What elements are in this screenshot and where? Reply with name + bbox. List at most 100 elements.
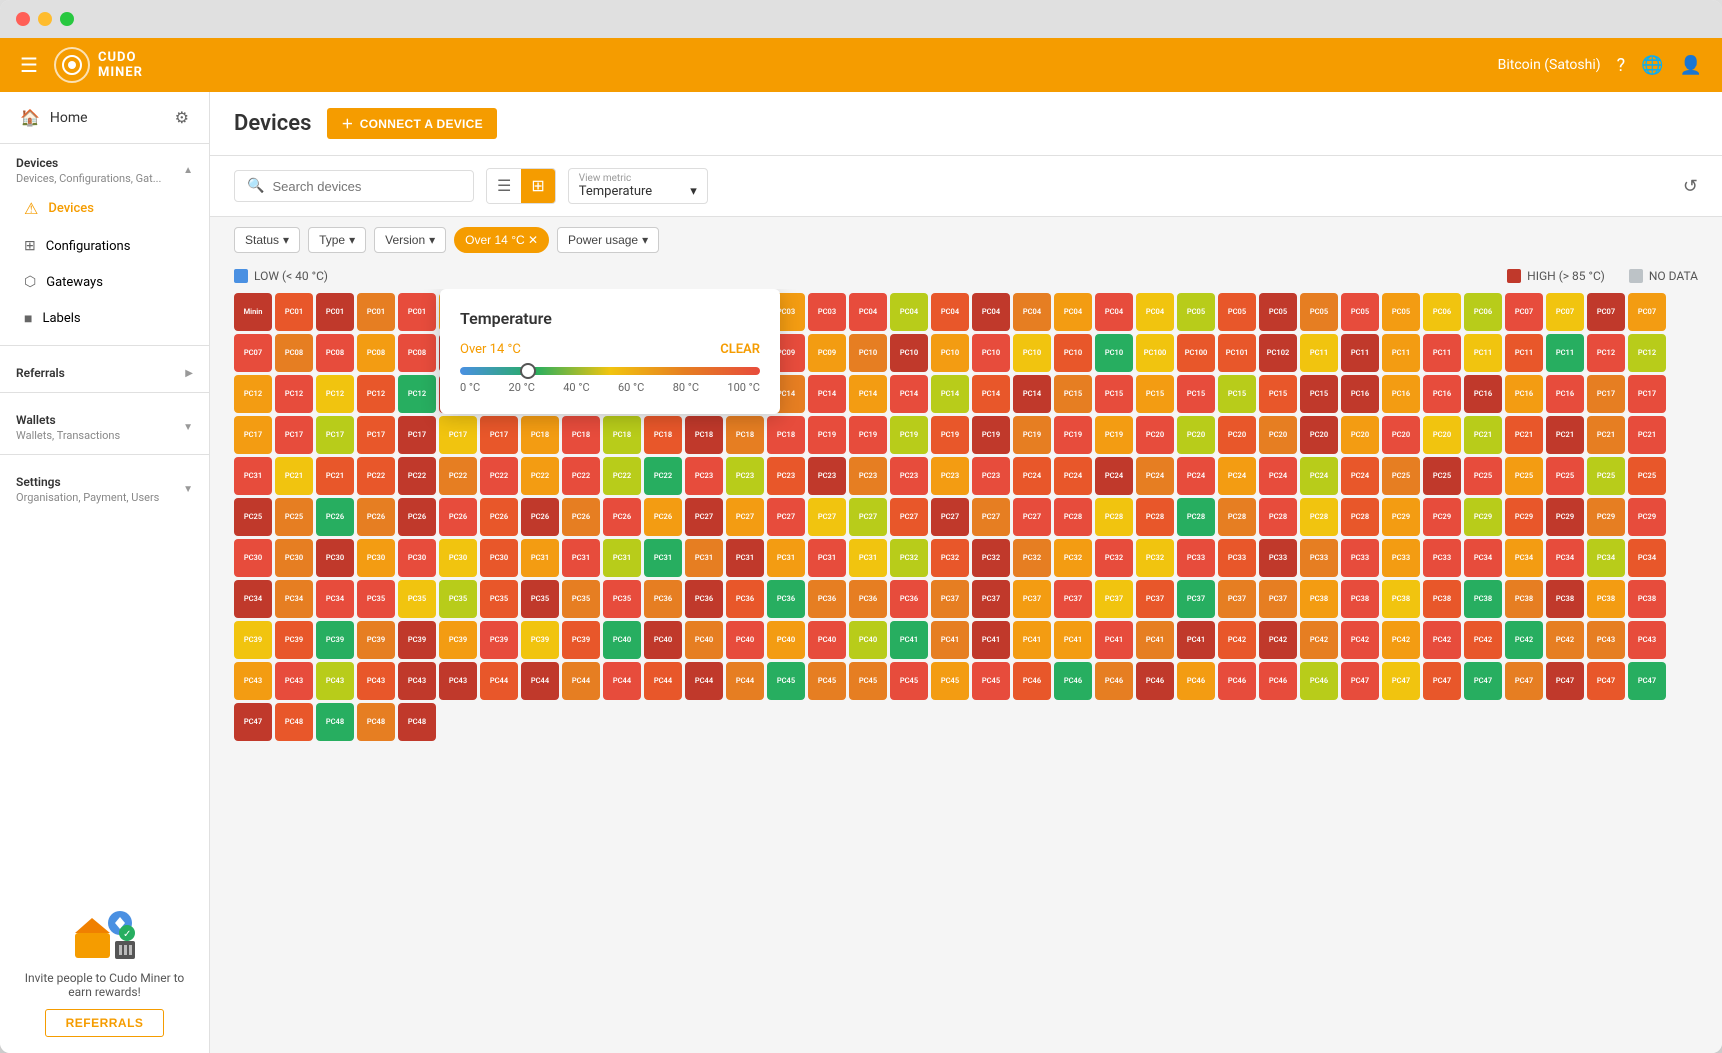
device-tile[interactable]: PC32: [1136, 539, 1174, 577]
device-tile[interactable]: PC43: [1628, 621, 1666, 659]
device-tile[interactable]: PC36: [890, 580, 928, 618]
device-tile[interactable]: PC27: [931, 498, 969, 536]
device-tile[interactable]: PC25: [1587, 457, 1625, 495]
device-tile[interactable]: PC42: [1546, 621, 1584, 659]
device-tile[interactable]: PC17: [275, 416, 313, 454]
device-tile[interactable]: PC04: [931, 293, 969, 331]
device-tile[interactable]: PC36: [726, 580, 764, 618]
device-tile[interactable]: PC22: [480, 457, 518, 495]
device-tile[interactable]: PC28: [1136, 498, 1174, 536]
device-tile[interactable]: PC23: [808, 457, 846, 495]
device-tile[interactable]: PC43: [439, 662, 477, 700]
device-tile[interactable]: PC39: [357, 621, 395, 659]
device-tile[interactable]: PC23: [685, 457, 723, 495]
device-tile[interactable]: PC41: [1177, 621, 1215, 659]
device-tile[interactable]: PC15: [1136, 375, 1174, 413]
connect-device-button[interactable]: ＋ CONNECT A DEVICE: [327, 108, 497, 139]
device-tile[interactable]: PC30: [398, 539, 436, 577]
device-tile[interactable]: PC33: [1382, 539, 1420, 577]
device-tile[interactable]: PC27: [890, 498, 928, 536]
device-tile[interactable]: PC42: [1259, 621, 1297, 659]
device-tile[interactable]: PC20: [1136, 416, 1174, 454]
device-tile[interactable]: PC24: [1300, 457, 1338, 495]
sidebar-item-devices[interactable]: ⚠ Devices: [8, 190, 201, 227]
device-tile[interactable]: PC102: [1259, 334, 1297, 372]
device-tile[interactable]: PC01: [357, 293, 395, 331]
device-tile[interactable]: PC45: [849, 662, 887, 700]
device-tile[interactable]: PC20: [1341, 416, 1379, 454]
device-tile[interactable]: PC34: [1464, 539, 1502, 577]
device-tile[interactable]: PC06: [1423, 293, 1461, 331]
device-tile[interactable]: PC23: [890, 457, 928, 495]
settings-gear-icon[interactable]: ⚙: [175, 108, 189, 127]
device-tile[interactable]: PC04: [1136, 293, 1174, 331]
device-tile[interactable]: PC16: [1382, 375, 1420, 413]
device-tile[interactable]: PC46: [1013, 662, 1051, 700]
device-tile[interactable]: PC46: [1218, 662, 1256, 700]
device-tile[interactable]: PC47: [1382, 662, 1420, 700]
device-tile[interactable]: PC38: [1505, 580, 1543, 618]
device-tile[interactable]: PC37: [1177, 580, 1215, 618]
device-tile[interactable]: PC18: [521, 416, 559, 454]
device-tile[interactable]: PC16: [1423, 375, 1461, 413]
device-tile[interactable]: PC04: [1054, 293, 1092, 331]
device-tile[interactable]: PC35: [398, 580, 436, 618]
device-tile[interactable]: PC07: [1505, 293, 1543, 331]
device-tile[interactable]: PC36: [849, 580, 887, 618]
device-tile[interactable]: PC06: [1464, 293, 1502, 331]
device-tile[interactable]: PC40: [726, 621, 764, 659]
device-tile[interactable]: PC40: [767, 621, 805, 659]
device-tile[interactable]: PC38: [1382, 580, 1420, 618]
device-tile[interactable]: PC11: [1382, 334, 1420, 372]
device-tile[interactable]: PC05: [1218, 293, 1256, 331]
device-tile[interactable]: PC37: [1218, 580, 1256, 618]
device-tile[interactable]: PC32: [1095, 539, 1133, 577]
device-tile[interactable]: PC11: [1464, 334, 1502, 372]
type-filter-button[interactable]: Type ▾: [308, 227, 366, 253]
device-tile[interactable]: PC46: [1300, 662, 1338, 700]
device-tile[interactable]: PC27: [972, 498, 1010, 536]
device-tile[interactable]: PC44: [521, 662, 559, 700]
device-tile[interactable]: PC30: [316, 539, 354, 577]
device-tile[interactable]: PC14: [808, 375, 846, 413]
device-tile[interactable]: PC18: [603, 416, 641, 454]
device-tile[interactable]: PC28: [1095, 498, 1133, 536]
device-tile[interactable]: PC32: [890, 539, 928, 577]
device-tile[interactable]: PC12: [275, 375, 313, 413]
device-tile[interactable]: PC31: [603, 539, 641, 577]
device-tile[interactable]: PC21: [1546, 416, 1584, 454]
device-tile[interactable]: PC07: [1546, 293, 1584, 331]
device-tile[interactable]: PC26: [562, 498, 600, 536]
device-tile[interactable]: PC15: [1095, 375, 1133, 413]
device-tile[interactable]: PC27: [767, 498, 805, 536]
device-tile[interactable]: PC21: [275, 457, 313, 495]
device-tile[interactable]: PC43: [316, 662, 354, 700]
device-tile[interactable]: PC12: [316, 375, 354, 413]
device-tile[interactable]: PC44: [726, 662, 764, 700]
device-tile[interactable]: PC24: [1013, 457, 1051, 495]
device-tile[interactable]: PC05: [1382, 293, 1420, 331]
device-tile[interactable]: PC38: [1628, 580, 1666, 618]
device-tile[interactable]: PC41: [931, 621, 969, 659]
referrals-button[interactable]: REFERRALS: [45, 1009, 165, 1037]
device-tile[interactable]: PC15: [1054, 375, 1092, 413]
device-tile[interactable]: PC23: [849, 457, 887, 495]
temp-filter-button[interactable]: Over 14 °C ✕: [454, 227, 549, 253]
device-tile[interactable]: PC41: [1013, 621, 1051, 659]
device-tile[interactable]: PC24: [1136, 457, 1174, 495]
device-tile[interactable]: PC40: [849, 621, 887, 659]
device-tile[interactable]: PC25: [1423, 457, 1461, 495]
device-tile[interactable]: PC20: [1300, 416, 1338, 454]
device-tile[interactable]: PC28: [1218, 498, 1256, 536]
device-tile[interactable]: PC43: [234, 662, 272, 700]
device-tile[interactable]: PC28: [1300, 498, 1338, 536]
menu-hamburger-icon[interactable]: ☰: [20, 53, 38, 77]
device-tile[interactable]: PC48: [275, 703, 313, 741]
device-tile[interactable]: PC28: [1259, 498, 1297, 536]
device-tile[interactable]: PC16: [1505, 375, 1543, 413]
device-tile[interactable]: PC30: [439, 539, 477, 577]
device-tile[interactable]: PC01: [398, 293, 436, 331]
device-tile[interactable]: PC16: [1546, 375, 1584, 413]
device-tile[interactable]: PC42: [1423, 621, 1461, 659]
device-tile[interactable]: PC17: [480, 416, 518, 454]
